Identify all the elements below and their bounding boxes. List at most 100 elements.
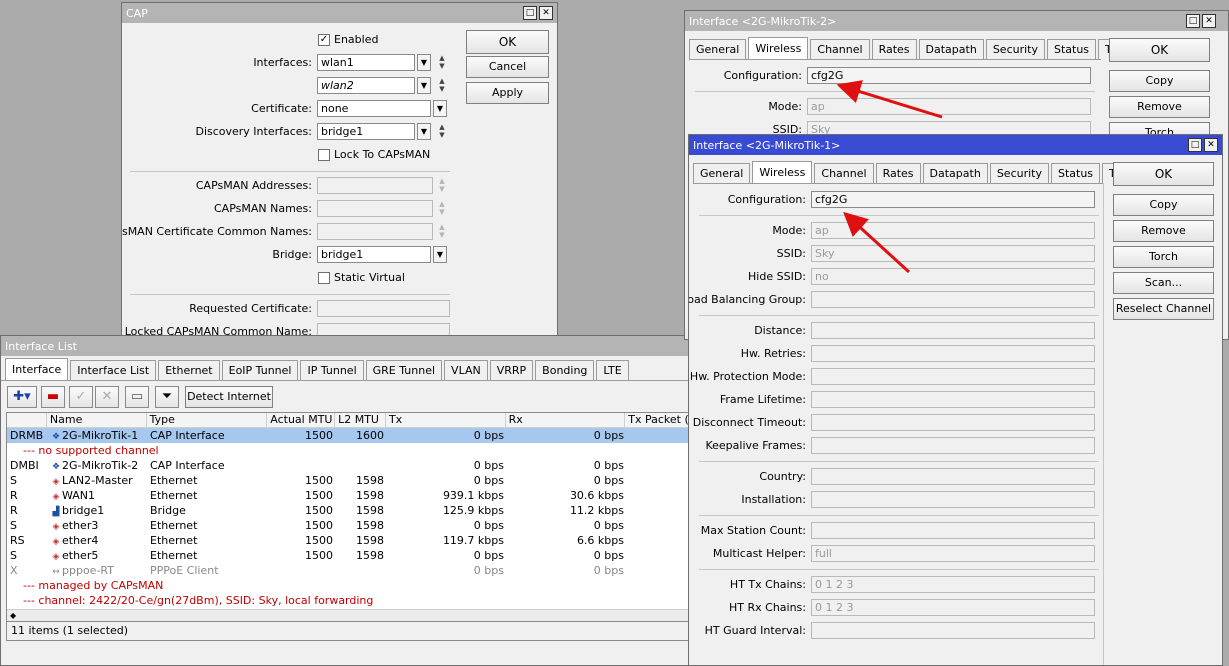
interface1-field[interactable]: wlan1: [317, 54, 415, 71]
tab-ip-tunnel[interactable]: IP Tunnel: [300, 360, 364, 380]
configuration-field[interactable]: cfg2G: [807, 67, 1091, 84]
keepalive-field[interactable]: [811, 437, 1095, 454]
filter-icon[interactable]: ⏷: [155, 386, 179, 408]
chevron-down-icon[interactable]: ▼: [417, 54, 431, 71]
maximize-icon[interactable]: □: [1186, 14, 1200, 28]
lock-checkbox[interactable]: [318, 149, 330, 161]
installation-field[interactable]: [811, 491, 1095, 508]
cap-titlebar[interactable]: CAP □ ✕: [122, 3, 557, 23]
comment-button[interactable]: ▭: [125, 386, 149, 408]
remove-button[interactable]: ▬: [41, 386, 65, 408]
scan-button[interactable]: Scan...: [1113, 272, 1214, 294]
maximize-icon[interactable]: □: [1188, 138, 1202, 152]
table-row[interactable]: X ↔ pppoe-RT PPPoE Client 0 bps 0 bps: [7, 563, 699, 578]
cert-cn-field[interactable]: [317, 223, 433, 240]
remove-button[interactable]: Remove: [1109, 96, 1210, 118]
ht-tx-chains-field[interactable]: 0 1 2 3: [811, 576, 1095, 593]
hw-protection-field[interactable]: [811, 368, 1095, 385]
tab-security[interactable]: Security: [985, 39, 1045, 59]
tab-channel[interactable]: Channel: [810, 39, 870, 59]
ok-button[interactable]: OK: [466, 30, 549, 54]
iflist-titlebar[interactable]: Interface List: [1, 336, 699, 356]
tab-channel[interactable]: Channel: [814, 163, 874, 183]
chevron-down-icon[interactable]: ▼: [433, 246, 447, 263]
table-row[interactable]: DRMB ❖ 2G-MikroTik-1 CAP Interface 1500 1…: [7, 428, 699, 443]
apply-button[interactable]: Apply: [466, 82, 549, 104]
col-type[interactable]: Type: [147, 413, 268, 427]
close-icon[interactable]: ✕: [539, 6, 553, 20]
ok-button[interactable]: OK: [1109, 38, 1210, 62]
enable-button[interactable]: ✓: [69, 386, 93, 408]
tab-security[interactable]: Security: [989, 163, 1049, 183]
disable-button[interactable]: ✕: [95, 386, 119, 408]
addresses-field[interactable]: [317, 177, 433, 194]
tab-wireless[interactable]: Wireless: [748, 37, 809, 59]
ht-rx-chains-field[interactable]: 0 1 2 3: [811, 599, 1095, 616]
updown-icon[interactable]: ▲ ▼: [437, 123, 447, 140]
load-balancing-field[interactable]: [811, 291, 1095, 308]
country-field[interactable]: [811, 468, 1095, 485]
remove-button[interactable]: Remove: [1113, 220, 1214, 242]
iface2-titlebar[interactable]: Interface <2G-MikroTik-2> □ ✕: [685, 11, 1228, 31]
tab-status[interactable]: Status: [1046, 39, 1097, 59]
certificate-field[interactable]: none: [317, 100, 431, 117]
tab-interface-list[interactable]: Interface List: [70, 360, 157, 380]
tab-vrrp[interactable]: VRRP: [489, 360, 534, 380]
mode-field[interactable]: ap: [807, 98, 1091, 115]
updown-icon[interactable]: ▲ ▼: [437, 223, 447, 240]
tab-bonding[interactable]: Bonding: [535, 360, 595, 380]
tab-datapath[interactable]: Datapath: [922, 163, 988, 183]
tab-vlan[interactable]: VLAN: [444, 360, 488, 380]
mode-field[interactable]: ap: [811, 222, 1095, 239]
distance-field[interactable]: [811, 322, 1095, 339]
chevron-down-icon[interactable]: ▼: [417, 123, 431, 140]
ht-guard-field[interactable]: [811, 622, 1095, 639]
updown-icon[interactable]: ▲ ▼: [437, 77, 447, 94]
iface1-titlebar[interactable]: Interface <2G-MikroTik-1> □ ✕: [689, 135, 1222, 155]
chevron-down-icon[interactable]: ▼: [417, 77, 431, 94]
table-row[interactable]: R ▟ bridge1 Bridge 1500 1598 125.9 kbps 1…: [7, 503, 699, 518]
table-row[interactable]: DMBI ❖ 2G-MikroTik-2 CAP Interface 0 bps …: [7, 458, 699, 473]
table-row[interactable]: S ◈ LAN2-Master Ethernet 1500 1598 0 bps …: [7, 473, 699, 488]
tab-status[interactable]: Status: [1050, 163, 1101, 183]
tab-eoip-tunnel[interactable]: EoIP Tunnel: [221, 360, 299, 380]
interface2-field[interactable]: wlan2: [317, 77, 415, 94]
multicast-helper-field[interactable]: full: [811, 545, 1095, 562]
tab-lte[interactable]: LTE: [596, 360, 629, 380]
col-name[interactable]: Name: [47, 413, 147, 427]
col-rx[interactable]: Rx: [506, 413, 626, 427]
tab-rates[interactable]: Rates: [871, 39, 917, 59]
tab-gre-tunnel[interactable]: GRE Tunnel: [365, 360, 443, 380]
detect-internet-button[interactable]: Detect Internet: [185, 386, 273, 408]
cancel-button[interactable]: Cancel: [466, 56, 549, 78]
chevron-down-icon[interactable]: ▼: [433, 100, 447, 117]
table-row[interactable]: R ◈ WAN1 Ethernet 1500 1598 939.1 kbps 30…: [7, 488, 699, 503]
updown-icon[interactable]: ▲ ▼: [437, 54, 447, 71]
col-flags[interactable]: [7, 413, 47, 427]
col-tx[interactable]: Tx: [386, 413, 506, 427]
table-row[interactable]: S ◈ ether5 Ethernet 1500 1598 0 bps 0 bps: [7, 548, 699, 563]
hw-retries-field[interactable]: [811, 345, 1095, 362]
close-icon[interactable]: ✕: [1202, 14, 1216, 28]
static-virtual-checkbox[interactable]: [318, 272, 330, 284]
tab-wireless[interactable]: Wireless: [752, 161, 813, 183]
tab-datapath[interactable]: Datapath: [918, 39, 984, 59]
table-row[interactable]: RS ◈ ether4 Ethernet 1500 1598 119.7 kbps…: [7, 533, 699, 548]
col-actual-mtu[interactable]: Actual MTU: [267, 413, 336, 427]
maximize-icon[interactable]: □: [523, 6, 537, 20]
names-field[interactable]: [317, 200, 433, 217]
tab-rates[interactable]: Rates: [875, 163, 921, 183]
tab-interface[interactable]: Interface: [5, 358, 69, 380]
updown-icon[interactable]: ▲ ▼: [437, 177, 447, 194]
copy-button[interactable]: Copy: [1109, 70, 1210, 92]
max-station-field[interactable]: [811, 522, 1095, 539]
reselect-channel-button[interactable]: Reselect Channel: [1113, 298, 1214, 320]
ssid-field[interactable]: Sky: [811, 245, 1095, 262]
tab-ethernet[interactable]: Ethernet: [158, 360, 220, 380]
table-row[interactable]: S ◈ ether3 Ethernet 1500 1598 0 bps 0 bps: [7, 518, 699, 533]
close-icon[interactable]: ✕: [1204, 138, 1218, 152]
add-button[interactable]: ✚▾: [7, 386, 37, 408]
bridge-field[interactable]: bridge1: [317, 246, 431, 263]
ok-button[interactable]: OK: [1113, 162, 1214, 186]
hide-ssid-field[interactable]: no: [811, 268, 1095, 285]
